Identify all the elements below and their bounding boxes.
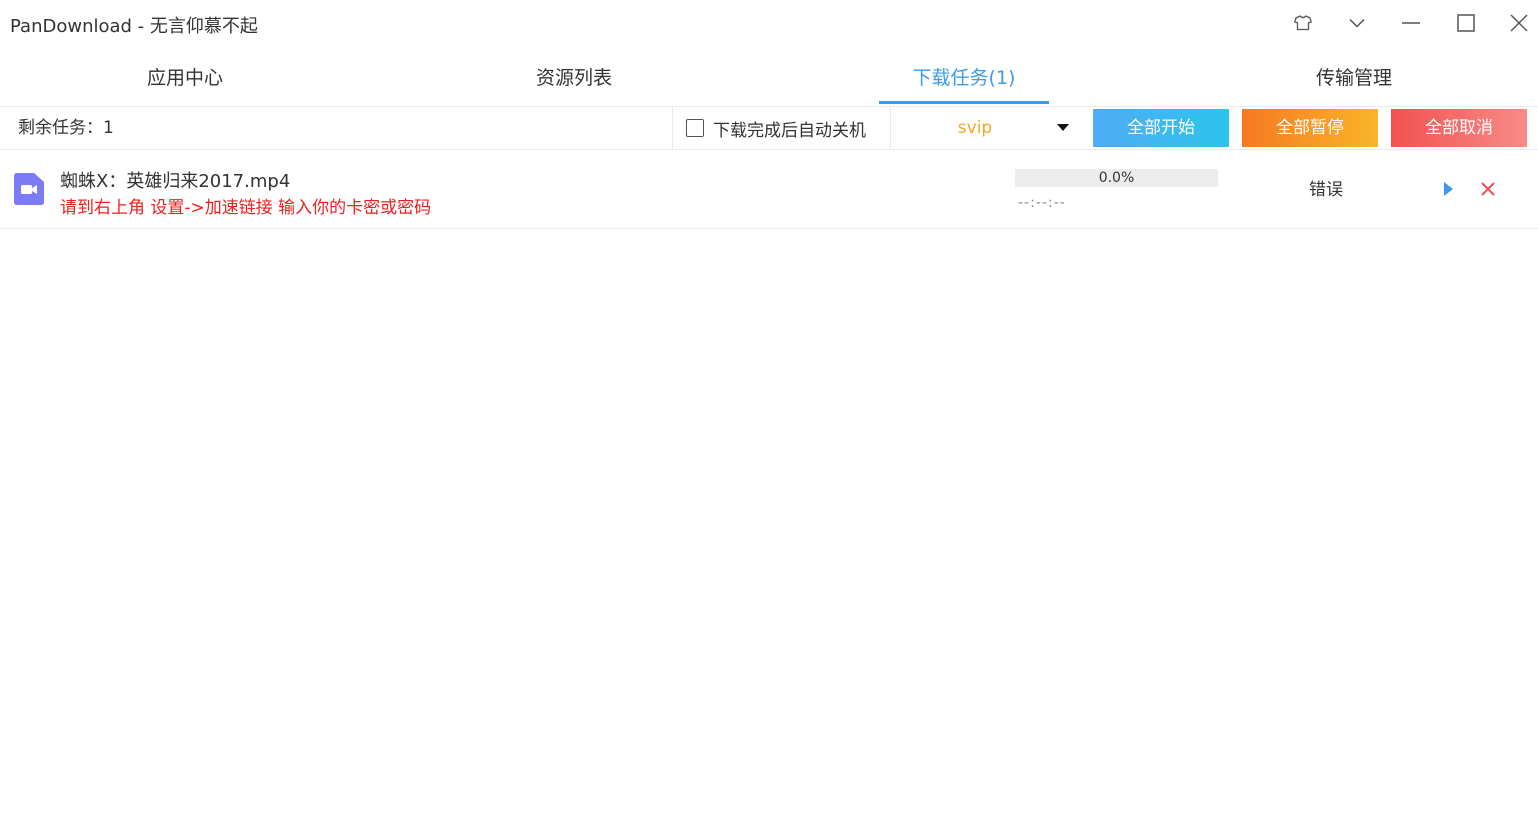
tab-download-tasks[interactable]: 下载任务(1) xyxy=(879,50,1049,106)
play-icon xyxy=(1443,181,1453,200)
tab-download-tasks-label: 下载任务(1) xyxy=(912,67,1016,89)
close-icon xyxy=(1510,14,1528,32)
menu-dropdown-button[interactable] xyxy=(1339,8,1375,38)
task-progress-text: 0.0% xyxy=(1098,170,1135,186)
auto-shutdown-option[interactable]: 下载完成后自动关机 xyxy=(686,107,866,149)
cancel-all-button[interactable]: 全部取消 xyxy=(1391,109,1527,147)
active-tab-indicator xyxy=(879,101,1049,104)
download-toolbar: 剩余任务：1 下载完成后自动关机 svip 全部开始 全部暂停 全部取消 xyxy=(0,106,1538,150)
minimize-button[interactable] xyxy=(1393,8,1429,38)
skin-button[interactable] xyxy=(1285,8,1321,38)
window-title: PanDownload - 无言仰慕不起 xyxy=(10,16,258,37)
download-mode-select[interactable]: svip xyxy=(890,107,1085,149)
task-progress-bar: 0.0% xyxy=(1015,169,1218,187)
auto-shutdown-checkbox[interactable] xyxy=(686,119,704,137)
maximize-icon xyxy=(1457,14,1475,32)
title-bar: PanDownload - 无言仰慕不起 xyxy=(0,0,1538,46)
download-mode-value: svip xyxy=(957,118,993,138)
task-error-message: 请到右上角 设置->加速链接 输入你的卡密或密码 xyxy=(60,198,432,218)
pandownload-window: PanDownload - 无言仰慕不起 应用中心 资源列表 下载任务(1) 传… xyxy=(0,0,1538,831)
download-task-row: 蜘蛛X：英雄归来2017.mp4 请到右上角 设置->加速链接 输入你的卡密或密… xyxy=(0,151,1538,229)
tab-app-center[interactable]: 应用中心 xyxy=(100,50,270,106)
delete-x-icon xyxy=(1481,181,1495,200)
minimize-icon xyxy=(1402,21,1420,25)
tab-resource-list[interactable]: 资源列表 xyxy=(489,50,659,106)
task-remaining-time: --:--:-- xyxy=(1018,195,1066,211)
task-cancel-button[interactable] xyxy=(1476,178,1500,202)
task-start-button[interactable] xyxy=(1436,178,1460,202)
skin-icon xyxy=(1294,15,1312,31)
close-button[interactable] xyxy=(1501,8,1537,38)
pause-all-button[interactable]: 全部暂停 xyxy=(1242,109,1378,147)
main-tabs: 应用中心 资源列表 下载任务(1) 传输管理 xyxy=(0,50,1538,106)
maximize-button[interactable] xyxy=(1448,8,1484,38)
task-status: 错误 xyxy=(1309,180,1343,200)
auto-shutdown-label: 下载完成后自动关机 xyxy=(713,120,866,141)
dropdown-arrow-icon xyxy=(1057,124,1069,131)
task-file-name: 蜘蛛X：英雄归来2017.mp4 xyxy=(60,171,291,192)
chevron-down-icon xyxy=(1349,18,1365,28)
start-all-button[interactable]: 全部开始 xyxy=(1093,109,1229,147)
tab-transfer-management[interactable]: 传输管理 xyxy=(1269,50,1439,106)
video-file-icon xyxy=(14,173,44,205)
remaining-tasks-count: 剩余任务：1 xyxy=(0,107,673,149)
